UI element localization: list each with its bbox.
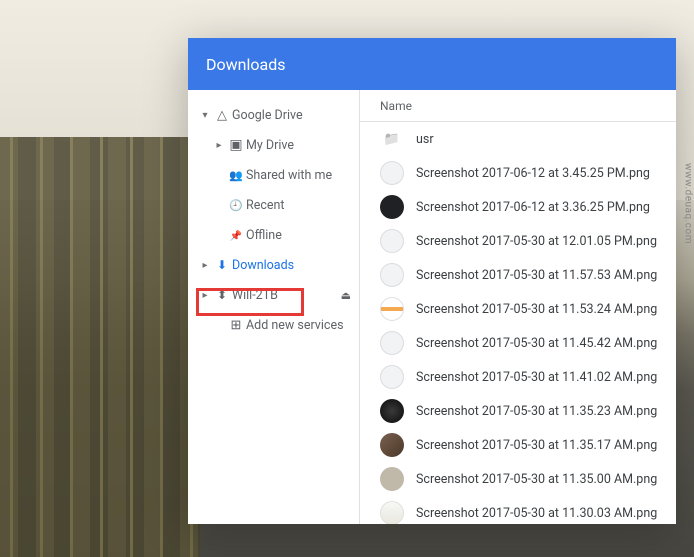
sidebar-item-label: Google Drive (232, 108, 359, 123)
usb-icon (212, 287, 232, 303)
add-icon (226, 317, 246, 333)
offline-icon (226, 227, 246, 243)
file-thumbnail (380, 297, 404, 321)
file-name: Screenshot 2017-05-30 at 11.35.00 AM.png (416, 472, 657, 487)
files-app-window: Downloads ▾ Google Drive ▸ My Drive Shar… (188, 38, 676, 524)
column-header-label: Name (380, 99, 412, 113)
file-name: Screenshot 2017-05-30 at 11.35.23 AM.png (416, 404, 657, 419)
file-row[interactable]: Screenshot 2017-05-30 at 11.35.00 AM.png (360, 462, 676, 496)
file-row[interactable]: Screenshot 2017-05-30 at 12.01.05 PM.png (360, 224, 676, 258)
sidebar-item-google-drive[interactable]: ▾ Google Drive (188, 100, 359, 130)
sidebar-item-label: Recent (246, 198, 359, 213)
sidebar-item-label: Add new services (246, 318, 359, 333)
file-row[interactable]: usr (360, 122, 676, 156)
sidebar-item-my-drive[interactable]: ▸ My Drive (188, 130, 359, 160)
file-thumbnail (380, 365, 404, 389)
caret-down-icon[interactable]: ▾ (198, 110, 212, 121)
file-pane: Name usr Screenshot 2017-06-12 at 3.45.2… (360, 90, 676, 524)
caret-right-icon[interactable]: ▸ (212, 140, 226, 151)
caret-right-icon[interactable]: ▸ (198, 260, 212, 271)
file-name: Screenshot 2017-05-30 at 11.41.02 AM.png (416, 370, 657, 385)
file-name: Screenshot 2017-05-30 at 11.57.53 AM.png (416, 268, 657, 283)
folder-icon (380, 127, 404, 151)
file-thumbnail (380, 501, 404, 524)
file-thumbnail (380, 467, 404, 491)
file-name: Screenshot 2017-06-12 at 3.36.25 PM.png (416, 200, 650, 215)
shared-icon (226, 167, 246, 183)
file-row[interactable]: Screenshot 2017-05-30 at 11.57.53 AM.png (360, 258, 676, 292)
file-name: Screenshot 2017-05-30 at 11.53.24 AM.png (416, 302, 657, 317)
sidebar-item-label: Offline (246, 228, 359, 243)
recent-icon (226, 197, 246, 213)
file-row[interactable]: Screenshot 2017-06-12 at 3.36.25 PM.png (360, 190, 676, 224)
background-buildings (0, 137, 200, 557)
content-area: ▾ Google Drive ▸ My Drive Shared with me… (188, 90, 676, 524)
file-list[interactable]: usr Screenshot 2017-06-12 at 3.45.25 PM.… (360, 122, 676, 524)
titlebar: Downloads (188, 38, 676, 90)
sidebar-item-label: Shared with me (246, 168, 359, 183)
sidebar-item-usb-drive[interactable]: ▸ Will-2TB (188, 280, 359, 310)
sidebar-item-label: Downloads (232, 258, 359, 273)
file-row[interactable]: Screenshot 2017-05-30 at 11.41.02 AM.png (360, 360, 676, 394)
eject-icon[interactable] (341, 289, 359, 302)
file-row[interactable]: Screenshot 2017-05-30 at 11.35.23 AM.png (360, 394, 676, 428)
sidebar-item-recent[interactable]: Recent (188, 190, 359, 220)
file-thumbnail (380, 229, 404, 253)
mydrive-icon (226, 137, 246, 153)
file-thumbnail (380, 399, 404, 423)
file-name: Screenshot 2017-05-30 at 11.30.03 AM.png (416, 506, 657, 521)
caret-right-icon[interactable]: ▸ (198, 290, 212, 301)
file-name: Screenshot 2017-05-30 at 12.01.05 PM.png (416, 234, 657, 249)
file-row[interactable]: Screenshot 2017-05-30 at 11.35.17 AM.png (360, 428, 676, 462)
sidebar-item-shared[interactable]: Shared with me (188, 160, 359, 190)
file-thumbnail (380, 263, 404, 287)
watermark: www.deuaq.com (683, 163, 694, 244)
file-row[interactable]: Screenshot 2017-05-30 at 11.53.24 AM.png (360, 292, 676, 326)
file-row[interactable]: Screenshot 2017-05-30 at 11.45.42 AM.png (360, 326, 676, 360)
sidebar-item-offline[interactable]: Offline (188, 220, 359, 250)
drive-icon (212, 107, 232, 123)
file-name: usr (416, 132, 434, 147)
file-thumbnail (380, 331, 404, 355)
file-thumbnail (380, 433, 404, 457)
sidebar-item-label: My Drive (246, 138, 359, 153)
file-name: Screenshot 2017-05-30 at 11.45.42 AM.png (416, 336, 657, 351)
column-header-name[interactable]: Name (360, 90, 676, 122)
file-name: Screenshot 2017-06-12 at 3.45.25 PM.png (416, 166, 650, 181)
sidebar-item-downloads[interactable]: ▸ Downloads (188, 250, 359, 280)
file-thumbnail (380, 161, 404, 185)
file-thumbnail (380, 195, 404, 219)
file-name: Screenshot 2017-05-30 at 11.35.17 AM.png (416, 438, 657, 453)
file-row[interactable]: Screenshot 2017-06-12 at 3.45.25 PM.png (360, 156, 676, 190)
sidebar-item-add-services[interactable]: Add new services (188, 310, 359, 340)
sidebar: ▾ Google Drive ▸ My Drive Shared with me… (188, 90, 360, 524)
file-row[interactable]: Screenshot 2017-05-30 at 11.30.03 AM.png (360, 496, 676, 524)
download-icon (212, 257, 232, 273)
sidebar-item-label: Will-2TB (232, 288, 341, 303)
window-title: Downloads (206, 55, 285, 74)
